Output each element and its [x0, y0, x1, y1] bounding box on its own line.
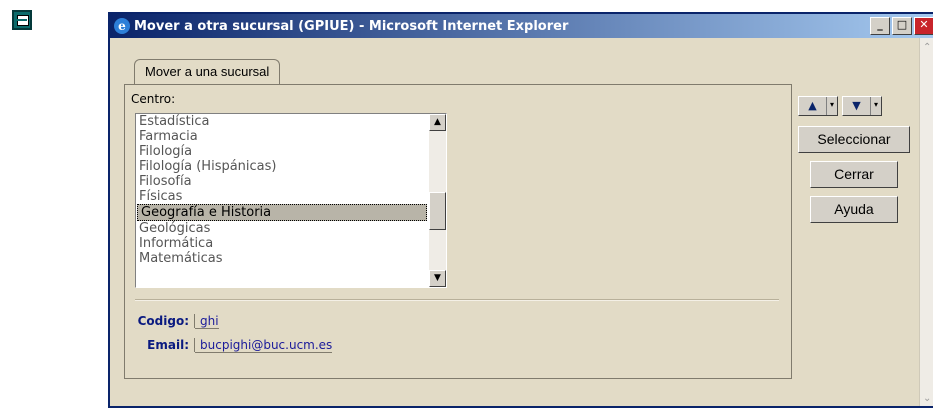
- email-label: Email:: [135, 338, 195, 352]
- scroll-thumb[interactable]: [429, 192, 446, 230]
- move-down-button[interactable]: ▼ ▾: [842, 96, 882, 116]
- centro-options: Estadística Farmacia Filología Filología…: [136, 114, 428, 266]
- ie-window: e Mover a otra sucursal (GPIUE) - Micros…: [108, 12, 933, 408]
- page-scrollbar[interactable]: ⌃ ⌄: [919, 38, 933, 406]
- action-buttons: ▲ ▾ ▼ ▾ Seleccionar Cerrar Ayuda: [798, 96, 910, 223]
- arrow-up-icon: ▲: [808, 99, 817, 112]
- listbox-scrollbar[interactable]: ▲ ▼: [429, 114, 446, 287]
- list-item[interactable]: Informática: [136, 236, 428, 251]
- codigo-row: Codigo: ghi: [135, 309, 332, 333]
- list-item[interactable]: Filología: [136, 144, 428, 159]
- scroll-up-icon[interactable]: ⌃: [923, 42, 931, 53]
- scroll-up-icon[interactable]: ▲: [429, 114, 446, 131]
- window-controls: _ □ ✕: [870, 17, 933, 35]
- ie-icon: e: [114, 18, 130, 34]
- close-button[interactable]: ✕: [914, 17, 933, 35]
- tab-panel: Centro: Estadística Farmacia Filología F…: [124, 84, 792, 379]
- window-title: Mover a otra sucursal (GPIUE) - Microsof…: [134, 18, 569, 34]
- list-item-selected[interactable]: Geografía e Historia: [137, 204, 427, 221]
- list-item[interactable]: Físicas: [136, 189, 428, 204]
- email-value: bucpighi@buc.ucm.es: [195, 338, 333, 353]
- dropdown-icon[interactable]: ▾: [870, 97, 881, 115]
- minimize-button[interactable]: _: [870, 17, 890, 35]
- list-item[interactable]: Filosofía: [136, 174, 428, 189]
- sucursal-info: Codigo: ghi Email: bucpighi@buc.ucm.es: [135, 309, 333, 357]
- window-content: Mover a una sucursal Centro: Estadística…: [110, 38, 933, 406]
- list-item[interactable]: Estadística: [136, 114, 428, 129]
- title-bar[interactable]: e Mover a otra sucursal (GPIUE) - Micros…: [110, 14, 933, 38]
- list-item[interactable]: Filología (Hispánicas): [136, 159, 428, 174]
- scroll-down-icon[interactable]: ▼: [429, 270, 446, 287]
- codigo-value: ghi: [195, 314, 219, 329]
- desktop-app-icon[interactable]: [12, 10, 32, 30]
- app-icon-bar-glyph: [17, 19, 27, 21]
- divider: [135, 299, 779, 301]
- scroll-down-icon[interactable]: ⌄: [923, 393, 931, 404]
- centro-label: Centro:: [131, 92, 176, 106]
- ayuda-button[interactable]: Ayuda: [810, 196, 898, 223]
- move-buttons: ▲ ▾ ▼ ▾: [798, 96, 910, 116]
- email-row: Email: bucpighi@buc.ucm.es: [135, 333, 333, 357]
- arrow-down-icon: ▼: [852, 99, 861, 112]
- codigo-label: Codigo:: [135, 314, 195, 328]
- list-item[interactable]: Geológicas: [136, 221, 428, 236]
- maximize-button[interactable]: □: [892, 17, 912, 35]
- centro-listbox[interactable]: Estadística Farmacia Filología Filología…: [135, 113, 447, 288]
- seleccionar-button[interactable]: Seleccionar: [798, 126, 910, 153]
- dropdown-icon[interactable]: ▾: [826, 97, 837, 115]
- move-up-button[interactable]: ▲ ▾: [798, 96, 838, 116]
- tab-mover-sucursal[interactable]: Mover a una sucursal: [134, 59, 281, 84]
- list-item[interactable]: Matemáticas: [136, 251, 428, 266]
- list-item[interactable]: Farmacia: [136, 129, 428, 144]
- cerrar-button[interactable]: Cerrar: [810, 161, 898, 188]
